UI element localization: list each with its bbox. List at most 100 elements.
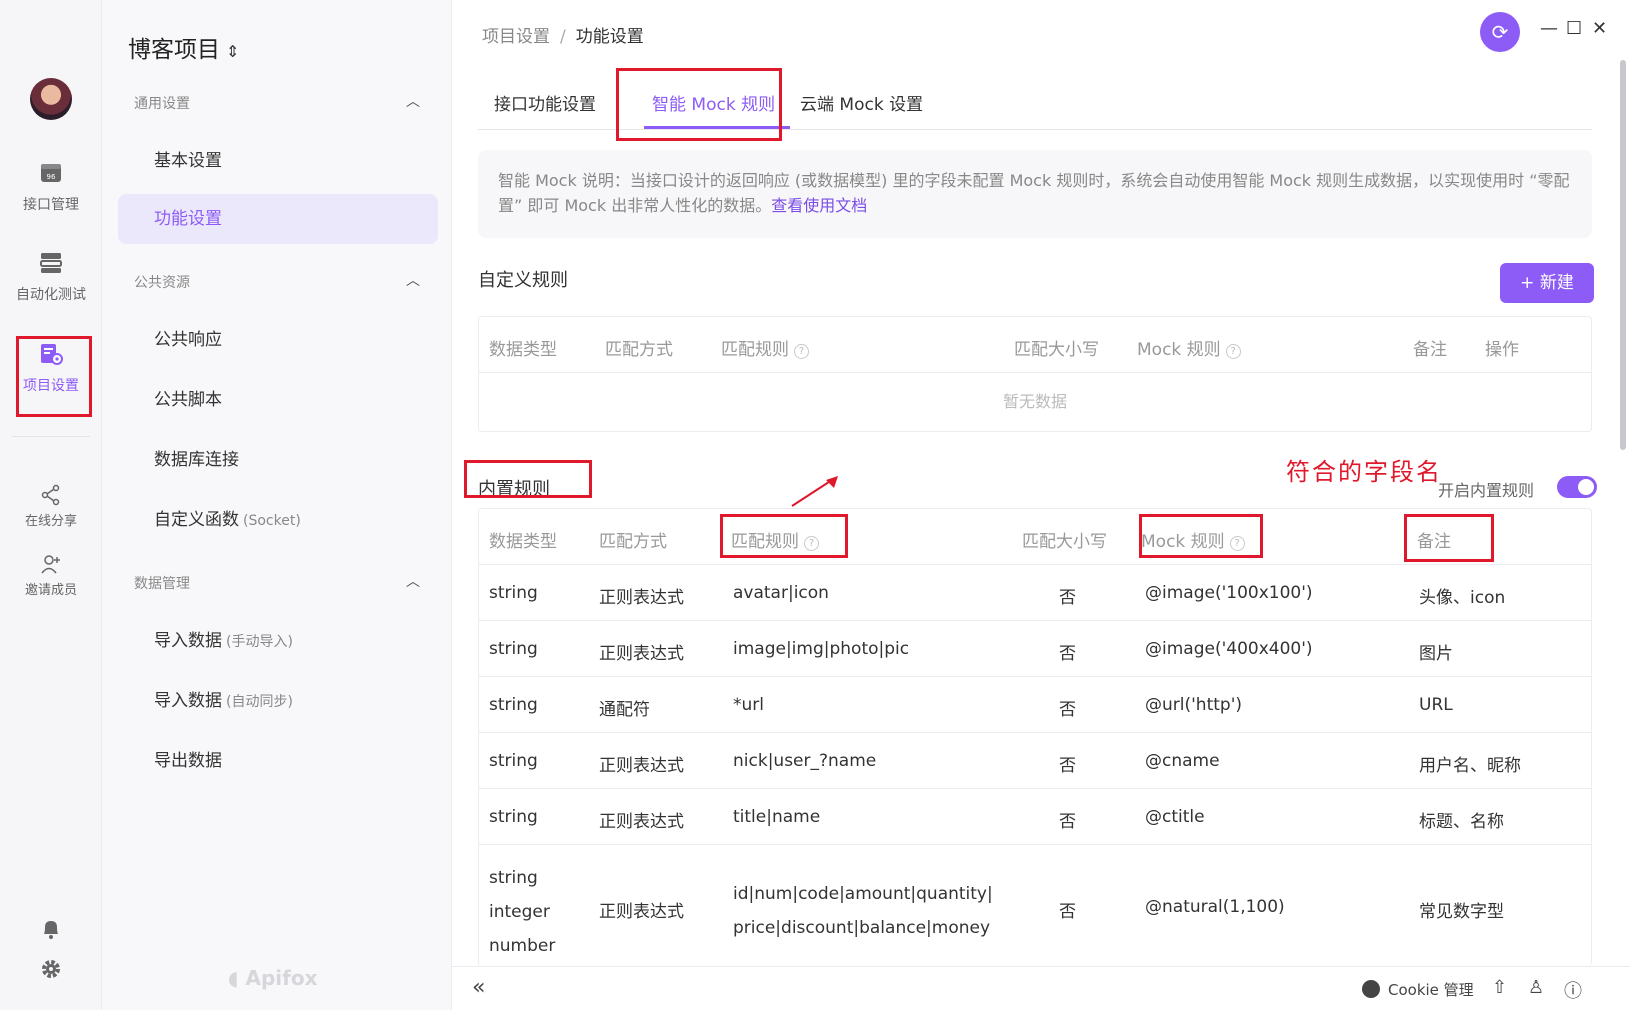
nav-database-connection[interactable]: 数据库连接: [118, 435, 438, 485]
apifox-watermark: ◖ Apifox: [228, 966, 318, 990]
updown-icon: ⇕: [226, 42, 240, 61]
maximize-button[interactable]: ☐: [1566, 18, 1582, 39]
tab-interface-features[interactable]: 接口功能设置: [494, 90, 596, 115]
watermark-logo-icon: ◖: [228, 966, 239, 990]
shirt-icon[interactable]: ♙: [1528, 977, 1544, 998]
breadcrumb-parent[interactable]: 项目设置: [482, 27, 550, 47]
upload-icon[interactable]: ⇧: [1492, 977, 1507, 998]
help-icon[interactable]: ?: [1225, 344, 1241, 359]
cell-case: 否: [1059, 644, 1076, 664]
share-icon: [41, 484, 60, 506]
sync-button[interactable]: ⟳: [1480, 12, 1520, 52]
tab-cloud-mock[interactable]: 云端 Mock 设置: [800, 90, 923, 115]
table-row: string 通配符 *url 否 @url('http') URL: [479, 677, 1591, 733]
nav-import-manual[interactable]: 导入数据 (手动导入): [118, 616, 438, 666]
tab-smart-mock[interactable]: 智能 Mock 规则: [652, 90, 775, 115]
builtin-rules-title: 内置规则: [478, 479, 550, 500]
project-switcher[interactable]: 博客项目 ⇕: [128, 30, 239, 64]
col-header: Mock 规则?: [1141, 527, 1245, 552]
rail-item-project-settings[interactable]: 项目设置: [0, 341, 102, 395]
builtin-toggle-label: 开启内置规则: [1438, 481, 1535, 500]
cell-case: 否: [1059, 588, 1076, 608]
cell-type: string: [489, 639, 538, 659]
close-button[interactable]: ✕: [1592, 18, 1607, 39]
rail-label: 在线分享: [24, 514, 77, 529]
help-icon[interactable]: ?: [804, 536, 819, 551]
help-icon[interactable]: ?: [794, 344, 809, 359]
minimize-button[interactable]: —: [1540, 18, 1558, 39]
icon-rail: 96 接口管理 自动化测试 项目设置 在线分享 邀请成员: [0, 0, 102, 1010]
cell-mock: @natural(1,100): [1145, 897, 1285, 917]
cell-type: string integer number: [489, 861, 555, 963]
table-row: string 正则表达式 avatar|icon 否 @image('100x1…: [479, 565, 1591, 621]
section-general[interactable]: 通用设置 ︿: [134, 93, 420, 113]
cell-type: string: [489, 695, 538, 715]
nav-export-data[interactable]: 导出数据: [118, 736, 438, 786]
section-title: 公共资源: [134, 275, 190, 291]
nav-label: 数据库连接: [154, 450, 239, 470]
nav-feature-settings[interactable]: 功能设置: [118, 194, 438, 244]
cell-method: 正则表达式: [599, 588, 684, 608]
nav-basic-settings[interactable]: 基本设置: [118, 136, 438, 186]
scrollbar[interactable]: [1620, 60, 1626, 450]
nav-public-script[interactable]: 公共脚本: [118, 375, 438, 425]
watermark-text: Apifox: [245, 966, 318, 990]
col-header: 匹配方式: [599, 532, 667, 552]
cookie-label: Cookie 管理: [1388, 981, 1474, 999]
col-header-text: 匹配规则: [731, 532, 799, 552]
cell-method: 通配符: [599, 700, 650, 720]
builtin-rules-toggle[interactable]: [1557, 476, 1597, 498]
cookie-icon: [1362, 980, 1380, 998]
nav-custom-function[interactable]: 自定义函数 (Socket): [118, 495, 438, 545]
help-icon[interactable]: ?: [1229, 536, 1245, 551]
rail-item-invite[interactable]: 邀请成员: [0, 553, 102, 598]
project-title: 博客项目: [128, 37, 220, 63]
nav-import-auto[interactable]: 导入数据 (自动同步): [118, 676, 438, 726]
rail-item-api[interactable]: 96 接口管理: [0, 160, 102, 214]
cell-method: 正则表达式: [599, 812, 684, 832]
annotation-arrow-icon: [791, 476, 838, 507]
cell-rule: title|name: [733, 807, 821, 827]
cell-note: 标题、名称: [1419, 812, 1504, 832]
table-row: string integer number 正则表达式 id|num|code|…: [479, 845, 1591, 966]
avatar[interactable]: [30, 78, 72, 120]
nav-label: 导入数据: [154, 631, 222, 651]
section-public-resources[interactable]: 公共资源 ︿: [134, 272, 420, 292]
custom-rules-title: 自定义规则: [478, 270, 568, 291]
col-header: 数据类型: [489, 532, 557, 552]
section-title: 通用设置: [134, 96, 190, 112]
help-icon[interactable]: ⓘ: [1564, 977, 1582, 1003]
col-header: 匹配大小写: [1022, 532, 1107, 552]
rail-item-share[interactable]: 在线分享: [0, 484, 102, 529]
table-row: string 正则表达式 title|name 否 @ctitle 标题、名称: [479, 789, 1591, 845]
bell-icon[interactable]: [40, 918, 62, 940]
cell-rule: avatar|icon: [733, 583, 829, 603]
cell-method: 正则表达式: [599, 902, 684, 922]
nav-sublabel: (自动同步): [226, 694, 293, 710]
cell-note: URL: [1419, 695, 1453, 715]
section-data-management[interactable]: 数据管理 ︿: [134, 573, 420, 593]
breadcrumb: 项目设置 / 功能设置: [482, 22, 644, 47]
cell-note: 常见数字型: [1419, 902, 1504, 922]
rail-item-automation[interactable]: 自动化测试: [0, 250, 102, 304]
cell-note: 图片: [1419, 644, 1453, 664]
gear-icon[interactable]: [40, 958, 62, 980]
type-line: number: [489, 936, 556, 956]
cookie-manager[interactable]: Cookie 管理: [1362, 979, 1474, 1000]
cell-case: 否: [1059, 756, 1076, 776]
col-header-text: 匹配规则: [721, 340, 789, 360]
active-tab-indicator: [644, 126, 790, 129]
rail-label: 邀请成员: [24, 583, 77, 598]
rail-divider: [12, 436, 90, 437]
chevron-up-icon: ︿: [406, 574, 420, 590]
automation-icon: [40, 253, 62, 273]
breadcrumb-separator: /: [560, 27, 566, 47]
nav-public-response[interactable]: 公共响应: [118, 315, 438, 365]
collapse-icon[interactable]: «: [472, 975, 485, 1000]
new-rule-button[interactable]: + 新建: [1500, 263, 1594, 303]
api-icon: 96: [41, 164, 61, 182]
sync-icon: ⟳: [1491, 20, 1509, 44]
docs-link[interactable]: 查看使用文档: [771, 196, 867, 215]
svg-text:96: 96: [47, 173, 56, 181]
section-title: 数据管理: [134, 576, 190, 592]
